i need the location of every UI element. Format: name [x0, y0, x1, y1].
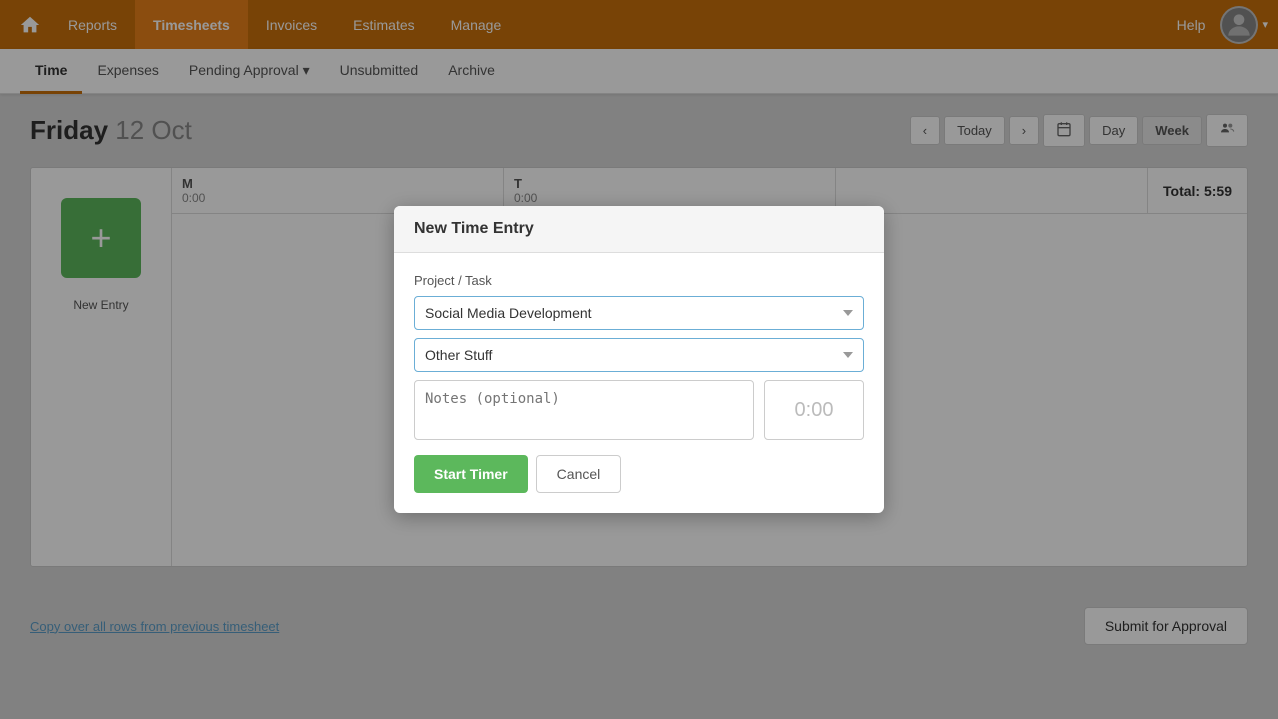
new-time-entry-modal: New Time Entry Project / Task Social Med… [394, 206, 884, 513]
cancel-button[interactable]: Cancel [536, 455, 622, 493]
project-select[interactable]: Social Media Development Website Redesig… [414, 296, 864, 330]
modal-body: Project / Task Social Media Development … [394, 253, 884, 513]
modal-overlay[interactable]: New Time Entry Project / Task Social Med… [0, 0, 1278, 719]
modal-actions: Start Timer Cancel [414, 455, 864, 493]
project-task-label: Project / Task [414, 273, 864, 288]
task-select[interactable]: Other Stuff Design Development Testing [414, 338, 864, 372]
notes-time-row [414, 380, 864, 440]
notes-input[interactable] [414, 380, 754, 440]
start-timer-button[interactable]: Start Timer [414, 455, 528, 493]
modal-title: New Time Entry [394, 206, 884, 253]
time-input[interactable] [764, 380, 864, 440]
